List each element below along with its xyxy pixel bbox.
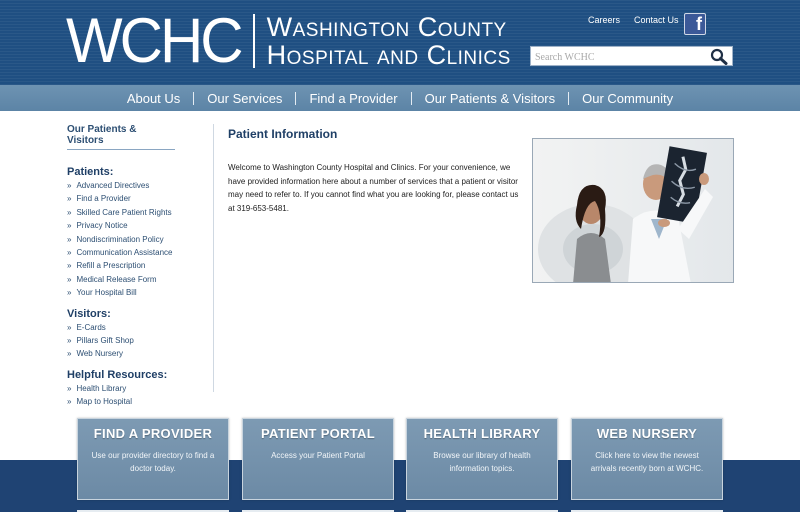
logo-line-1: Washington County: [266, 12, 507, 42]
card-title: HEALTH LIBRARY: [423, 426, 541, 441]
sidebar-list-visitors: E-Cards Pillars Gift Shop Web Nursery: [67, 321, 213, 361]
photo-illustration: [533, 139, 733, 282]
card-description: Browse our library of health information…: [433, 451, 531, 473]
intro-paragraph: Welcome to Washington County Hospital an…: [228, 163, 519, 213]
sidebar-item-hospital-bill[interactable]: Your Hospital Bill: [67, 286, 213, 299]
logo-mark: WCHC: [66, 5, 244, 76]
nav-about-us[interactable]: About Us: [114, 91, 193, 106]
sidebar-item-find-a-provider[interactable]: Find a Provider: [67, 192, 213, 205]
site-logo[interactable]: WCHC Washington County Hospital and Clin…: [66, 5, 511, 76]
card-description: Click here to view the newest arrivals r…: [590, 451, 704, 473]
sidebar-list-resources: Health Library Map to Hospital: [67, 382, 213, 409]
sidebar-item-privacy-notice[interactable]: Privacy Notice: [67, 219, 213, 232]
card-description: Access your Patient Portal: [271, 451, 365, 460]
careers-link[interactable]: Careers: [588, 15, 620, 25]
sidebar-item-map-to-hospital[interactable]: Map to Hospital: [67, 395, 213, 408]
card-title: FIND A PROVIDER: [93, 426, 213, 441]
card-title: PATIENT PORTAL: [261, 426, 375, 441]
sidebar-heading-visitors: Visitors:: [67, 307, 111, 320]
sidebar-item-refill-prescription[interactable]: Refill a Prescription: [67, 259, 213, 272]
sidebar-item-nondiscrimination[interactable]: Nondiscrimination Policy: [67, 233, 213, 246]
nav-patients-visitors[interactable]: Our Patients & Visitors: [412, 91, 569, 106]
sidebar-item-communication-assistance[interactable]: Communication Assistance: [67, 246, 213, 259]
site-header: WCHC Washington County Hospital and Clin…: [0, 0, 800, 85]
doctor-patient-photo: [532, 138, 734, 283]
card-web-nursery[interactable]: WEB NURSERY Click here to view the newes…: [571, 418, 723, 500]
nav-our-community[interactable]: Our Community: [569, 91, 686, 106]
sidebar-heading-resources: Helpful Resources:: [67, 368, 168, 381]
card-find-a-provider[interactable]: FIND A PROVIDER Use our provider directo…: [77, 418, 229, 500]
feature-cards: FIND A PROVIDER Use our provider directo…: [0, 418, 800, 512]
sidebar-item-skilled-care-rights[interactable]: Skilled Care Patient Rights: [67, 206, 213, 219]
sidebar-item-gift-shop[interactable]: Pillars Gift Shop: [67, 334, 213, 347]
card-patient-portal[interactable]: PATIENT PORTAL Access your Patient Porta…: [242, 418, 394, 500]
page-title: Patient Information: [228, 127, 338, 141]
nav-find-a-provider[interactable]: Find a Provider: [296, 91, 410, 106]
sidebar-item-advanced-directives[interactable]: Advanced Directives: [67, 179, 213, 192]
nav-our-services[interactable]: Our Services: [194, 91, 295, 106]
search-icon[interactable]: [710, 48, 728, 65]
sidebar-item-medical-release-form[interactable]: Medical Release Form: [67, 273, 213, 286]
card-description: Use our provider directory to find a doc…: [91, 451, 215, 473]
search-input[interactable]: [531, 48, 706, 67]
contact-us-link[interactable]: Contact Us: [634, 15, 679, 25]
sidebar-item-health-library[interactable]: Health Library: [67, 382, 213, 395]
sidebar-title[interactable]: Our Patients & Visitors: [67, 124, 175, 150]
sidebar-item-web-nursery[interactable]: Web Nursery: [67, 347, 213, 360]
card-title: WEB NURSERY: [596, 426, 698, 441]
logo-divider: [252, 14, 255, 68]
main-nav: About Us Our Services Find a Provider Ou…: [0, 85, 800, 111]
main-column: Patient Information Welcome to Washingto…: [228, 127, 523, 215]
card-health-library[interactable]: HEALTH LIBRARY Browse our library of hea…: [406, 418, 558, 500]
sidebar-item-e-cards[interactable]: E-Cards: [67, 321, 213, 334]
top-links: Careers Contact Us: [588, 15, 679, 25]
logo-line-2: Hospital and Clinics: [266, 40, 511, 70]
content-area: Our Patients & Visitors Patients: Advanc…: [0, 111, 800, 406]
sidebar-heading-patients: Patients:: [67, 166, 114, 178]
sidebar: Our Patients & Visitors Patients: Advanc…: [67, 124, 214, 406]
search-box: [530, 46, 733, 67]
logo-text: Washington County Hospital and Clinics: [267, 13, 511, 69]
facebook-icon[interactable]: f: [684, 13, 706, 35]
sidebar-list-patients: Advanced Directives Find a Provider Skil…: [67, 179, 213, 300]
